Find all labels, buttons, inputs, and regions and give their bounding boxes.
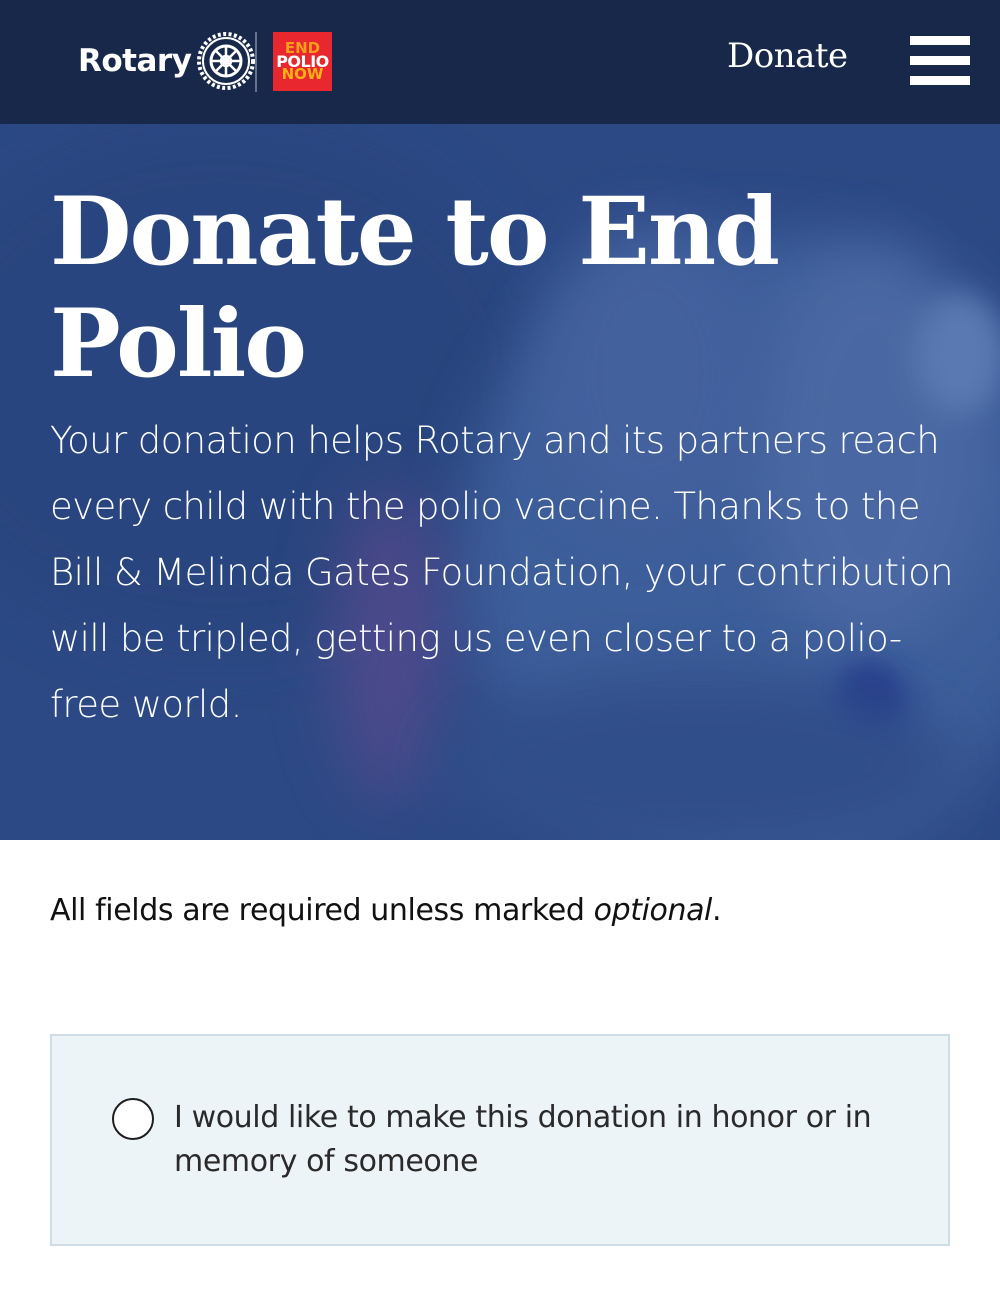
rotary-wheel-icon: [197, 32, 256, 90]
honor-memory-panel: I would like to make this donation in ho…: [50, 1034, 950, 1246]
hero-description: Your donation helps Rotary and its partn…: [50, 419, 954, 726]
required-note-period: .: [712, 893, 722, 928]
logo-divider: [255, 32, 257, 92]
required-note-text: All fields are required unless marked: [50, 893, 594, 928]
rotary-logo[interactable]: Rotary: [78, 28, 257, 94]
rotary-wordmark: Rotary: [78, 43, 192, 79]
optional-emphasis: optional: [593, 893, 713, 928]
hero-section: Donate to End Polio Your donation helps …: [0, 124, 1000, 840]
honor-memory-radio[interactable]: [112, 1098, 154, 1140]
header-donate-link[interactable]: Donate: [727, 36, 848, 76]
end-polio-now-logo[interactable]: END POLIO NOW: [273, 32, 332, 91]
site-header: Rotary END POLIO NOW Donate: [0, 0, 1000, 124]
honor-memory-label[interactable]: I would like to make this donation in ho…: [174, 1096, 914, 1184]
required-fields-note: All fields are required unless marked op…: [50, 893, 722, 928]
page-title: Donate to End Polio: [50, 177, 780, 399]
epn-line-now: NOW: [281, 65, 324, 84]
hamburger-menu-icon[interactable]: [908, 34, 970, 88]
